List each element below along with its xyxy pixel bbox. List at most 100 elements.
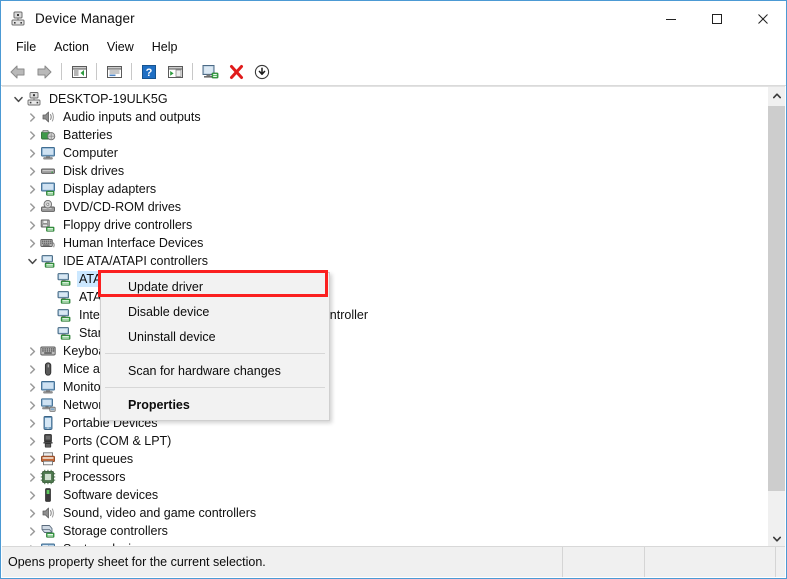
disable-device-icon[interactable] bbox=[249, 60, 275, 84]
display-adapter-icon bbox=[40, 181, 56, 197]
chevron-right-icon[interactable] bbox=[24, 235, 40, 251]
tree-item-computer[interactable]: Computer bbox=[2, 144, 768, 162]
port-icon bbox=[40, 433, 56, 449]
chevron-right-icon[interactable] bbox=[24, 343, 40, 359]
storage-controller-icon bbox=[40, 523, 56, 539]
chevron-right-icon[interactable] bbox=[24, 469, 40, 485]
menu-file[interactable]: File bbox=[7, 37, 45, 57]
dvd-drive-icon bbox=[40, 199, 56, 215]
title-bar[interactable]: Device Manager bbox=[1, 1, 786, 36]
chevron-right-icon[interactable] bbox=[24, 523, 40, 539]
tree-item-dvd-cd-rom-drives[interactable]: DVD/CD-ROM drives bbox=[2, 198, 768, 216]
context-menu[interactable]: Update driver Disable device Uninstall dev… bbox=[100, 272, 330, 421]
menu-help[interactable]: Help bbox=[143, 37, 187, 57]
device-manager-window: Device Manager File Action View Help ? D… bbox=[0, 0, 787, 579]
window-title: Device Manager bbox=[35, 11, 135, 26]
menu-action[interactable]: Action bbox=[45, 37, 98, 57]
properties-icon[interactable] bbox=[101, 60, 127, 84]
chevron-right-icon[interactable] bbox=[24, 199, 40, 215]
scroll-thumb[interactable] bbox=[768, 106, 785, 491]
menu-view[interactable]: View bbox=[98, 37, 143, 57]
context-menu-item-uninstall-device[interactable]: Uninstall device bbox=[101, 324, 329, 349]
context-menu-separator bbox=[105, 353, 325, 354]
tree-item-human-interface-devices[interactable]: Human Interface Devices bbox=[2, 234, 768, 252]
tree-item-ports-com-lpt[interactable]: Ports (COM & LPT) bbox=[2, 432, 768, 450]
chevron-right-icon[interactable] bbox=[24, 163, 40, 179]
chevron-right-icon[interactable] bbox=[24, 415, 40, 431]
printer-icon bbox=[40, 451, 56, 467]
context-menu-item-properties[interactable]: Properties bbox=[101, 392, 329, 417]
ide-device-icon bbox=[56, 289, 72, 305]
chevron-right-icon[interactable] bbox=[24, 487, 40, 503]
chevron-right-icon[interactable] bbox=[24, 181, 40, 197]
battery-icon bbox=[40, 127, 56, 143]
chevron-right-icon[interactable] bbox=[24, 217, 40, 233]
status-bar: Opens property sheet for the current sel… bbox=[2, 546, 785, 577]
scroll-down-arrow[interactable] bbox=[768, 530, 785, 547]
chevron-right-icon[interactable] bbox=[24, 109, 40, 125]
tree-item-print-queues[interactable]: Print queues bbox=[2, 450, 768, 468]
tree-item-display-adapters[interactable]: Display adapters bbox=[2, 180, 768, 198]
window-controls bbox=[648, 1, 786, 36]
disk-drive-icon bbox=[40, 163, 56, 179]
tree-item-label: Computer bbox=[63, 146, 118, 160]
show-hide-action-pane-icon[interactable] bbox=[162, 60, 188, 84]
chevron-right-icon[interactable] bbox=[24, 379, 40, 395]
tree-item-floppy-drive-controllers[interactable]: Floppy drive controllers bbox=[2, 216, 768, 234]
tree-item-processors[interactable]: Processors bbox=[2, 468, 768, 486]
vertical-scrollbar[interactable] bbox=[767, 87, 785, 547]
context-menu-item-update-driver[interactable]: Update driver bbox=[101, 274, 329, 299]
chevron-right-icon[interactable] bbox=[24, 145, 40, 161]
status-message-pane: Opens property sheet for the current sel… bbox=[2, 547, 563, 577]
scan-for-hardware-changes-icon[interactable] bbox=[197, 60, 223, 84]
minimize-button[interactable] bbox=[648, 1, 694, 36]
toolbar-separator bbox=[131, 63, 132, 80]
uninstall-device-icon[interactable] bbox=[223, 60, 249, 84]
back-icon[interactable] bbox=[5, 60, 31, 84]
status-pane-4 bbox=[776, 547, 785, 577]
computer-root-icon bbox=[26, 91, 42, 107]
tree-item-label: Batteries bbox=[63, 128, 113, 142]
tree-item-disk-drives[interactable]: Disk drives bbox=[2, 162, 768, 180]
tree-item-label: Processors bbox=[63, 470, 126, 484]
context-menu-item-disable-device[interactable]: Disable device bbox=[101, 299, 329, 324]
help-icon[interactable]: ? bbox=[136, 60, 162, 84]
tree-item-sound-video-and-game-controllers[interactable]: Sound, video and game controllers bbox=[2, 504, 768, 522]
menu-bar: File Action View Help bbox=[1, 36, 786, 58]
monitor-icon bbox=[40, 145, 56, 161]
toolbar-separator bbox=[61, 63, 62, 80]
tree-item-audio-inputs-and-outputs[interactable]: Audio inputs and outputs bbox=[2, 108, 768, 126]
tree-item-software-devices[interactable]: Software devices bbox=[2, 486, 768, 504]
speaker-icon bbox=[40, 505, 56, 521]
chevron-right-icon[interactable] bbox=[24, 397, 40, 413]
mouse-icon bbox=[40, 361, 56, 377]
speaker-icon bbox=[40, 109, 56, 125]
close-button[interactable] bbox=[740, 1, 786, 36]
chevron-right-icon[interactable] bbox=[24, 433, 40, 449]
tree-item-label: Sound, video and game controllers bbox=[63, 506, 257, 520]
scroll-up-arrow[interactable] bbox=[768, 87, 785, 104]
tree-item-label: DVD/CD-ROM drives bbox=[63, 200, 182, 214]
tree-item-label: Human Interface Devices bbox=[63, 236, 204, 250]
svg-text:?: ? bbox=[146, 67, 153, 79]
chevron-right-icon[interactable] bbox=[24, 505, 40, 521]
forward-icon[interactable] bbox=[31, 60, 57, 84]
tree-item-storage-controllers[interactable]: Storage controllers bbox=[2, 522, 768, 540]
network-adapter-icon bbox=[40, 397, 56, 413]
processor-icon bbox=[40, 469, 56, 485]
chevron-right-icon[interactable] bbox=[24, 361, 40, 377]
chevron-right-icon[interactable] bbox=[24, 451, 40, 467]
chevron-down-icon[interactable] bbox=[10, 91, 26, 107]
portable-device-icon bbox=[40, 415, 56, 431]
tree-item-ide-ata-atapi-controllers[interactable]: IDE ATA/ATAPI controllers bbox=[2, 252, 768, 270]
chevron-right-icon[interactable] bbox=[24, 127, 40, 143]
ide-controller-icon bbox=[40, 253, 56, 269]
tree-item-batteries[interactable]: Batteries bbox=[2, 126, 768, 144]
maximize-button[interactable] bbox=[694, 1, 740, 36]
tree-item-desktop-19ulk5g[interactable]: DESKTOP-19ULK5G bbox=[2, 90, 768, 108]
context-menu-item-scan-for-hardware-changes[interactable]: Scan for hardware changes bbox=[101, 358, 329, 383]
tree-item-label: Disk drives bbox=[63, 164, 125, 178]
chevron-down-icon[interactable] bbox=[24, 253, 40, 269]
show-hide-console-tree-icon[interactable] bbox=[66, 60, 92, 84]
